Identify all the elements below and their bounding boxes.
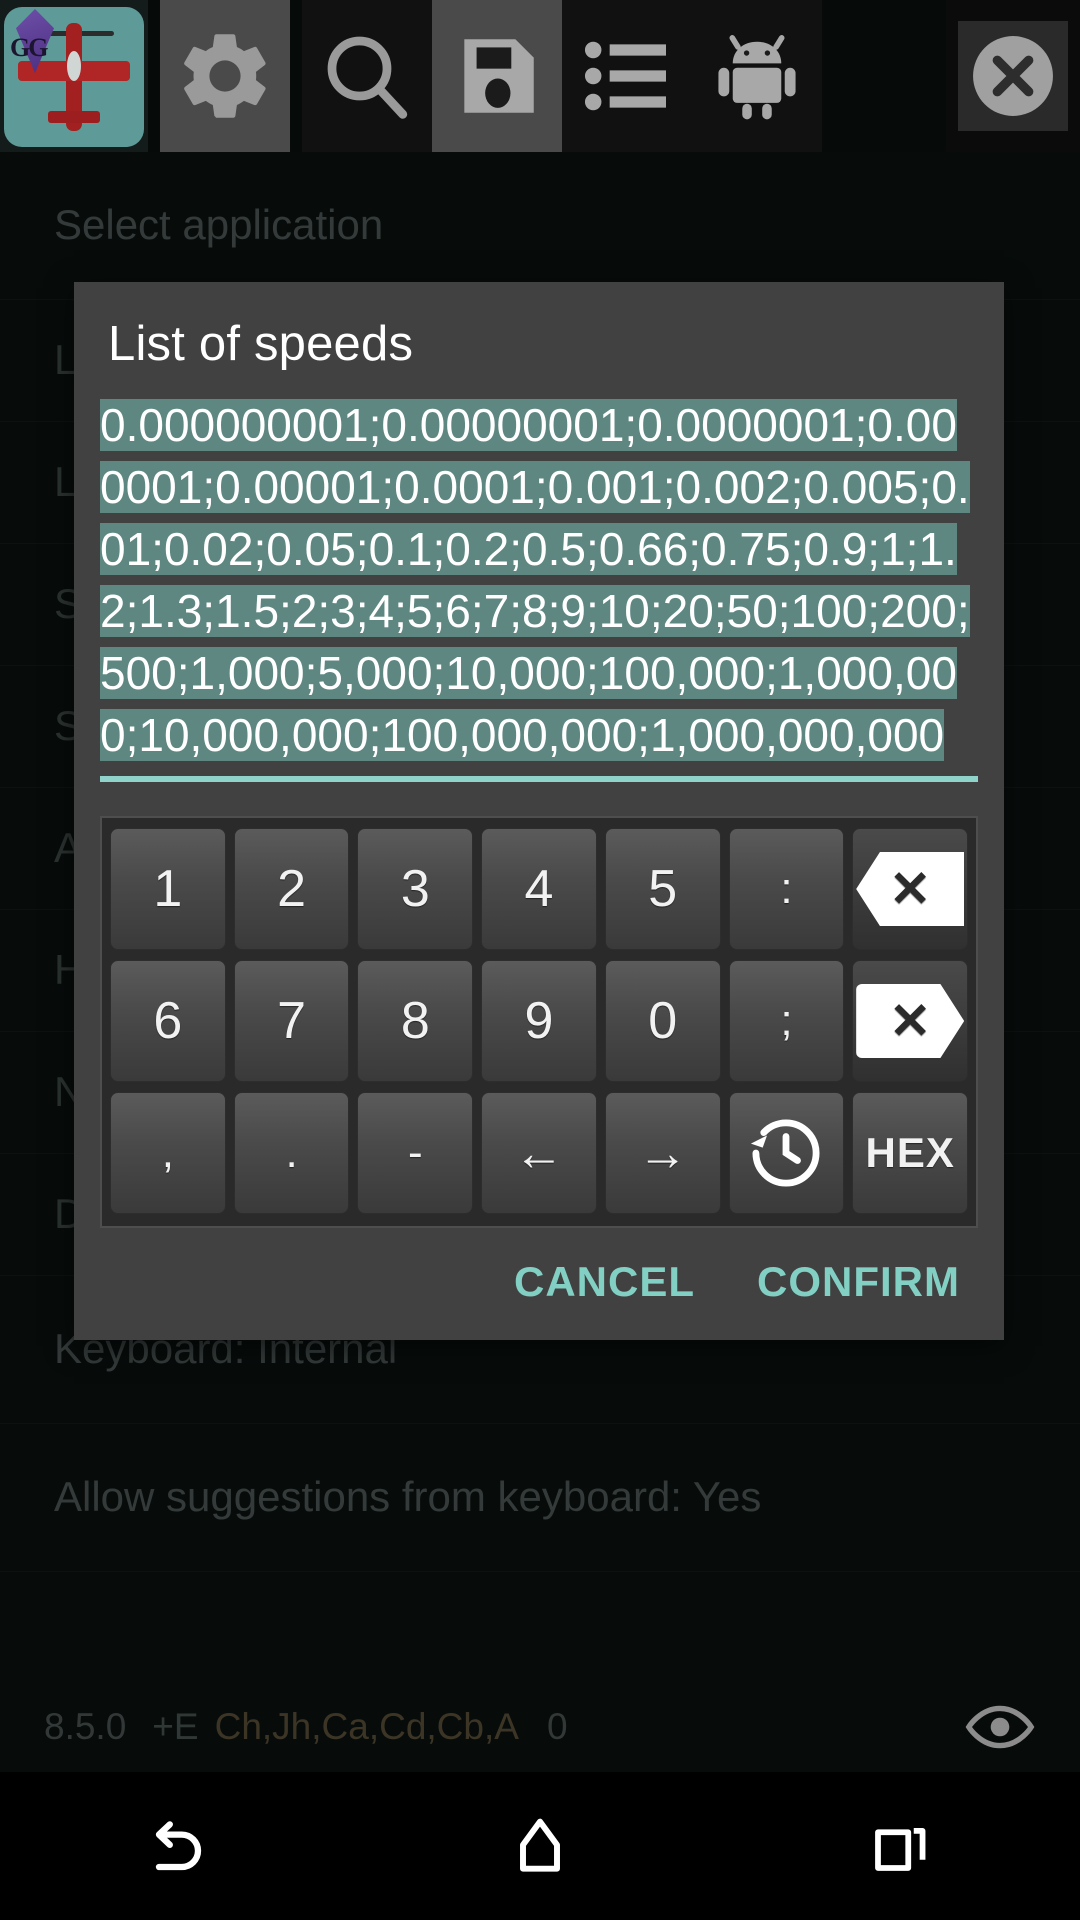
key-minus[interactable]: -: [357, 1092, 474, 1214]
close-icon[interactable]: [946, 0, 1080, 152]
key-3[interactable]: 3: [357, 828, 474, 950]
cursor-left-key[interactable]: ←: [481, 1092, 597, 1214]
key-2[interactable]: 2: [233, 828, 350, 950]
backspace-key[interactable]: ✕: [852, 828, 969, 950]
key-5[interactable]: 5: [604, 828, 721, 950]
gameguardian-app-icon: GG: [4, 7, 144, 147]
android-navbar: [0, 1772, 1080, 1920]
key-colon[interactable]: :: [728, 828, 845, 950]
key-1[interactable]: 1: [110, 828, 226, 950]
app-launcher-icon[interactable]: GG: [0, 0, 148, 152]
speeds-input-field[interactable]: 0.000000001;0.00000001;0.0000001;0.00000…: [100, 394, 978, 794]
save-icon[interactable]: [432, 0, 562, 152]
keyboard-row-2: 6 7 8 9 0 ; ✕: [110, 960, 969, 1082]
backspace-x-glyph: ✕: [889, 861, 932, 917]
close-button[interactable]: [958, 21, 1068, 131]
numeric-keyboard: 1 2 3 4 5 : ✕ 6 7 8 9 0 ; ✕ , . - ← → HE…: [100, 816, 978, 1228]
hex-key[interactable]: HEX: [852, 1092, 969, 1214]
speeds-selected-text: 0.000000001;0.00000001;0.0000001;0.00000…: [100, 399, 970, 761]
cancel-button[interactable]: CANCEL: [514, 1258, 695, 1306]
cursor-right-key[interactable]: →: [604, 1092, 721, 1214]
keyboard-row-1: 1 2 3 4 5 : ✕: [110, 828, 969, 950]
gg-logo-text: GG: [10, 33, 48, 62]
input-underline: [100, 776, 978, 782]
search-icon[interactable]: [302, 0, 432, 152]
key-0[interactable]: 0: [604, 960, 721, 1082]
key-6[interactable]: 6: [110, 960, 226, 1082]
list-icon[interactable]: [562, 0, 692, 152]
backspace-icon: ✕: [856, 852, 965, 926]
floating-toolbar: GG: [0, 0, 1080, 152]
key-comma[interactable]: ,: [110, 1092, 226, 1214]
dialog-actions: CANCEL CONFIRM: [74, 1228, 1004, 1340]
speeds-input-text[interactable]: 0.000000001;0.00000001;0.0000001;0.00000…: [100, 394, 978, 766]
dialog-title: List of speeds: [108, 317, 414, 371]
key-8[interactable]: 8: [357, 960, 474, 1082]
key-period[interactable]: .: [233, 1092, 350, 1214]
key-9[interactable]: 9: [481, 960, 597, 1082]
android-robot-icon[interactable]: [692, 0, 822, 152]
recents-icon[interactable]: [810, 1772, 990, 1920]
home-icon[interactable]: [450, 1772, 630, 1920]
confirm-button[interactable]: CONFIRM: [757, 1258, 960, 1306]
clear-x-glyph: ✕: [889, 993, 932, 1049]
keyboard-row-3: , . - ← → HEX: [110, 1092, 969, 1214]
back-icon[interactable]: [90, 1772, 270, 1920]
screen-root: Select application L L S S A H o: N D Ke…: [0, 0, 1080, 1920]
clear-key[interactable]: ✕: [852, 960, 969, 1082]
speeds-input-wrapper: 0.000000001;0.00000001;0.0000001;0.00000…: [74, 394, 1004, 794]
key-7[interactable]: 7: [233, 960, 350, 1082]
key-semicolon[interactable]: ;: [728, 960, 845, 1082]
settings-gear-icon[interactable]: [160, 0, 290, 152]
list-of-speeds-dialog: List of speeds 0.000000001;0.00000001;0.…: [74, 282, 1004, 1340]
key-4[interactable]: 4: [481, 828, 597, 950]
clear-icon: ✕: [856, 984, 965, 1058]
history-key[interactable]: [728, 1092, 845, 1214]
